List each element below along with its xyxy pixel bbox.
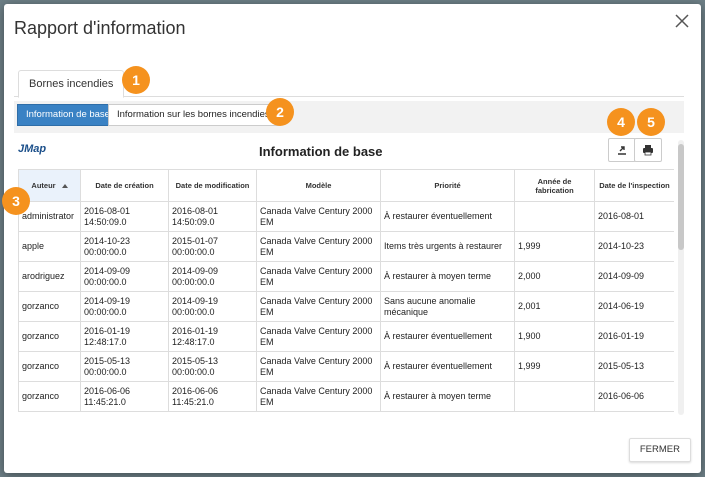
tab-bornes-incendies[interactable]: Bornes incendies	[18, 70, 125, 98]
table-cell: À restaurer éventuellement	[380, 321, 515, 352]
table-cell: Canada Valve Century 2000 EM	[256, 261, 381, 292]
column-header-date-creation[interactable]: Date de création	[80, 169, 169, 202]
table-cell: Canada Valve Century 2000 EM	[256, 351, 381, 382]
table-cell: 2015-01-07 00:00:00.0	[168, 231, 257, 262]
table-cell: 2014-09-09	[594, 261, 674, 292]
table-cell: 2014-09-09 00:00:00.0	[80, 261, 169, 292]
table-cell: 1,999	[514, 231, 595, 262]
table-cell: 2016-01-19 12:48:17.0	[168, 321, 257, 352]
table-cell: 2016-08-01 14:50:09.0	[80, 201, 169, 232]
report-table-container: Auteur Date de création Date de modifica…	[18, 169, 674, 415]
report-table: Auteur Date de création Date de modifica…	[18, 169, 674, 412]
report-dialog: Rapport d'information Bornes incendies 1…	[2, 4, 701, 473]
callout-badge-1: 1	[122, 66, 150, 94]
table-cell: Canada Valve Century 2000 EM	[256, 231, 381, 262]
table-header-row: Auteur Date de création Date de modifica…	[18, 169, 674, 202]
table-row: gorzanco 2016-06-06 11:45:21.0 2016-06-06 …	[18, 381, 674, 412]
tab-bar: Bornes incendies	[14, 70, 684, 98]
table-cell: 2,001	[514, 291, 595, 322]
table-cell: 2016-08-01	[594, 201, 674, 232]
jmap-logo: JMap	[18, 143, 47, 155]
scrollbar-thumb[interactable]	[678, 144, 684, 250]
table-cell: 2,000	[514, 261, 595, 292]
print-icon	[643, 145, 653, 156]
table-cell: À restaurer à moyen terme	[380, 381, 515, 412]
export-button[interactable]	[608, 138, 636, 162]
subtab-information-de-base[interactable]: Information de base	[17, 104, 119, 126]
table-cell: gorzanco	[18, 321, 81, 352]
dialog-title: Rapport d'information	[14, 18, 186, 38]
table-cell: 2015-05-13 00:00:00.0	[80, 351, 169, 382]
callout-badge-4: 4	[607, 108, 635, 136]
close-icon[interactable]	[675, 14, 691, 30]
sort-ascending-icon	[61, 184, 68, 189]
column-header-modele[interactable]: Modèle	[256, 169, 381, 202]
column-header-annee-fabrication[interactable]: Année de fabrication	[514, 169, 595, 202]
table-row: administrator 2016-08-01 14:50:09.0 2016-0…	[18, 201, 674, 232]
table-cell: 2015-05-13	[594, 351, 674, 382]
callout-badge-2: 2	[266, 98, 294, 126]
export-icon	[618, 146, 626, 155]
table-cell: 2014-10-23	[594, 231, 674, 262]
table-cell: gorzanco	[18, 351, 81, 382]
table-cell: Canada Valve Century 2000 EM	[256, 321, 381, 352]
print-button[interactable]	[634, 138, 662, 162]
table-cell: Canada Valve Century 2000 EM	[256, 291, 381, 322]
table-cell: 2016-06-06 11:45:21.0	[168, 381, 257, 412]
table-cell: 2016-08-01 14:50:09.0	[168, 201, 257, 232]
table-cell: 2016-06-06	[594, 381, 674, 412]
table-cell: Items très urgents à restaurer	[380, 231, 515, 262]
table-row: gorzanco 2014-09-19 00:00:00.0 2014-09-19 …	[18, 291, 674, 322]
table-cell: Sans aucune anomalie mécanique	[380, 291, 515, 322]
table-row: apple 2014-10-23 00:00:00.0 2015-01-07 00:…	[18, 231, 674, 262]
table-cell: 2016-06-06 11:45:21.0	[80, 381, 169, 412]
table-row: gorzanco 2015-05-13 00:00:00.0 2015-05-13 …	[18, 351, 674, 382]
table-cell: À restaurer éventuellement	[380, 201, 515, 232]
callout-badge-5: 5	[637, 108, 665, 136]
table-cell: 2014-06-19	[594, 291, 674, 322]
table-cell	[514, 381, 595, 412]
table-cell: 2016-01-19 12:48:17.0	[80, 321, 169, 352]
subtab-information-bornes[interactable]: Information sur les bornes incendies	[108, 104, 279, 126]
column-header-date-inspection[interactable]: Date de l'inspection	[594, 169, 674, 202]
table-cell: À restaurer à moyen terme	[380, 261, 515, 292]
table-cell: Canada Valve Century 2000 EM	[256, 201, 381, 232]
table-cell: Canada Valve Century 2000 EM	[256, 381, 381, 412]
table-cell: 2014-10-23 00:00:00.0	[80, 231, 169, 262]
table-cell: gorzanco	[18, 291, 81, 322]
table-cell: 1,900	[514, 321, 595, 352]
subtab-bar: Information de base Information sur les …	[14, 101, 684, 133]
table-cell: gorzanco	[18, 381, 81, 412]
table-row: gorzanco 2016-01-19 12:48:17.0 2016-01-19 …	[18, 321, 674, 352]
close-button[interactable]: FERMER	[628, 438, 691, 462]
report-title: Information de base	[259, 144, 383, 159]
table-cell	[514, 201, 595, 232]
table-cell: 2016-01-19	[594, 321, 674, 352]
table-row: arodriguez 2014-09-09 00:00:00.0 2014-09-0…	[18, 261, 674, 292]
table-cell: 2014-09-19 00:00:00.0	[168, 291, 257, 322]
table-cell: arodriguez	[18, 261, 81, 292]
table-scrollbar[interactable]	[678, 140, 684, 415]
table-cell: 1,999	[514, 351, 595, 382]
table-cell: 2014-09-09 00:00:00.0	[168, 261, 257, 292]
table-cell: 2015-05-13 00:00:00.0	[168, 351, 257, 382]
column-header-priorite[interactable]: Priorité	[380, 169, 515, 202]
table-cell: À restaurer éventuellement	[380, 351, 515, 382]
table-cell: apple	[18, 231, 81, 262]
callout-badge-3: 3	[2, 187, 30, 215]
table-cell: 2014-09-19 00:00:00.0	[80, 291, 169, 322]
column-header-date-modification[interactable]: Date de modification	[168, 169, 257, 202]
